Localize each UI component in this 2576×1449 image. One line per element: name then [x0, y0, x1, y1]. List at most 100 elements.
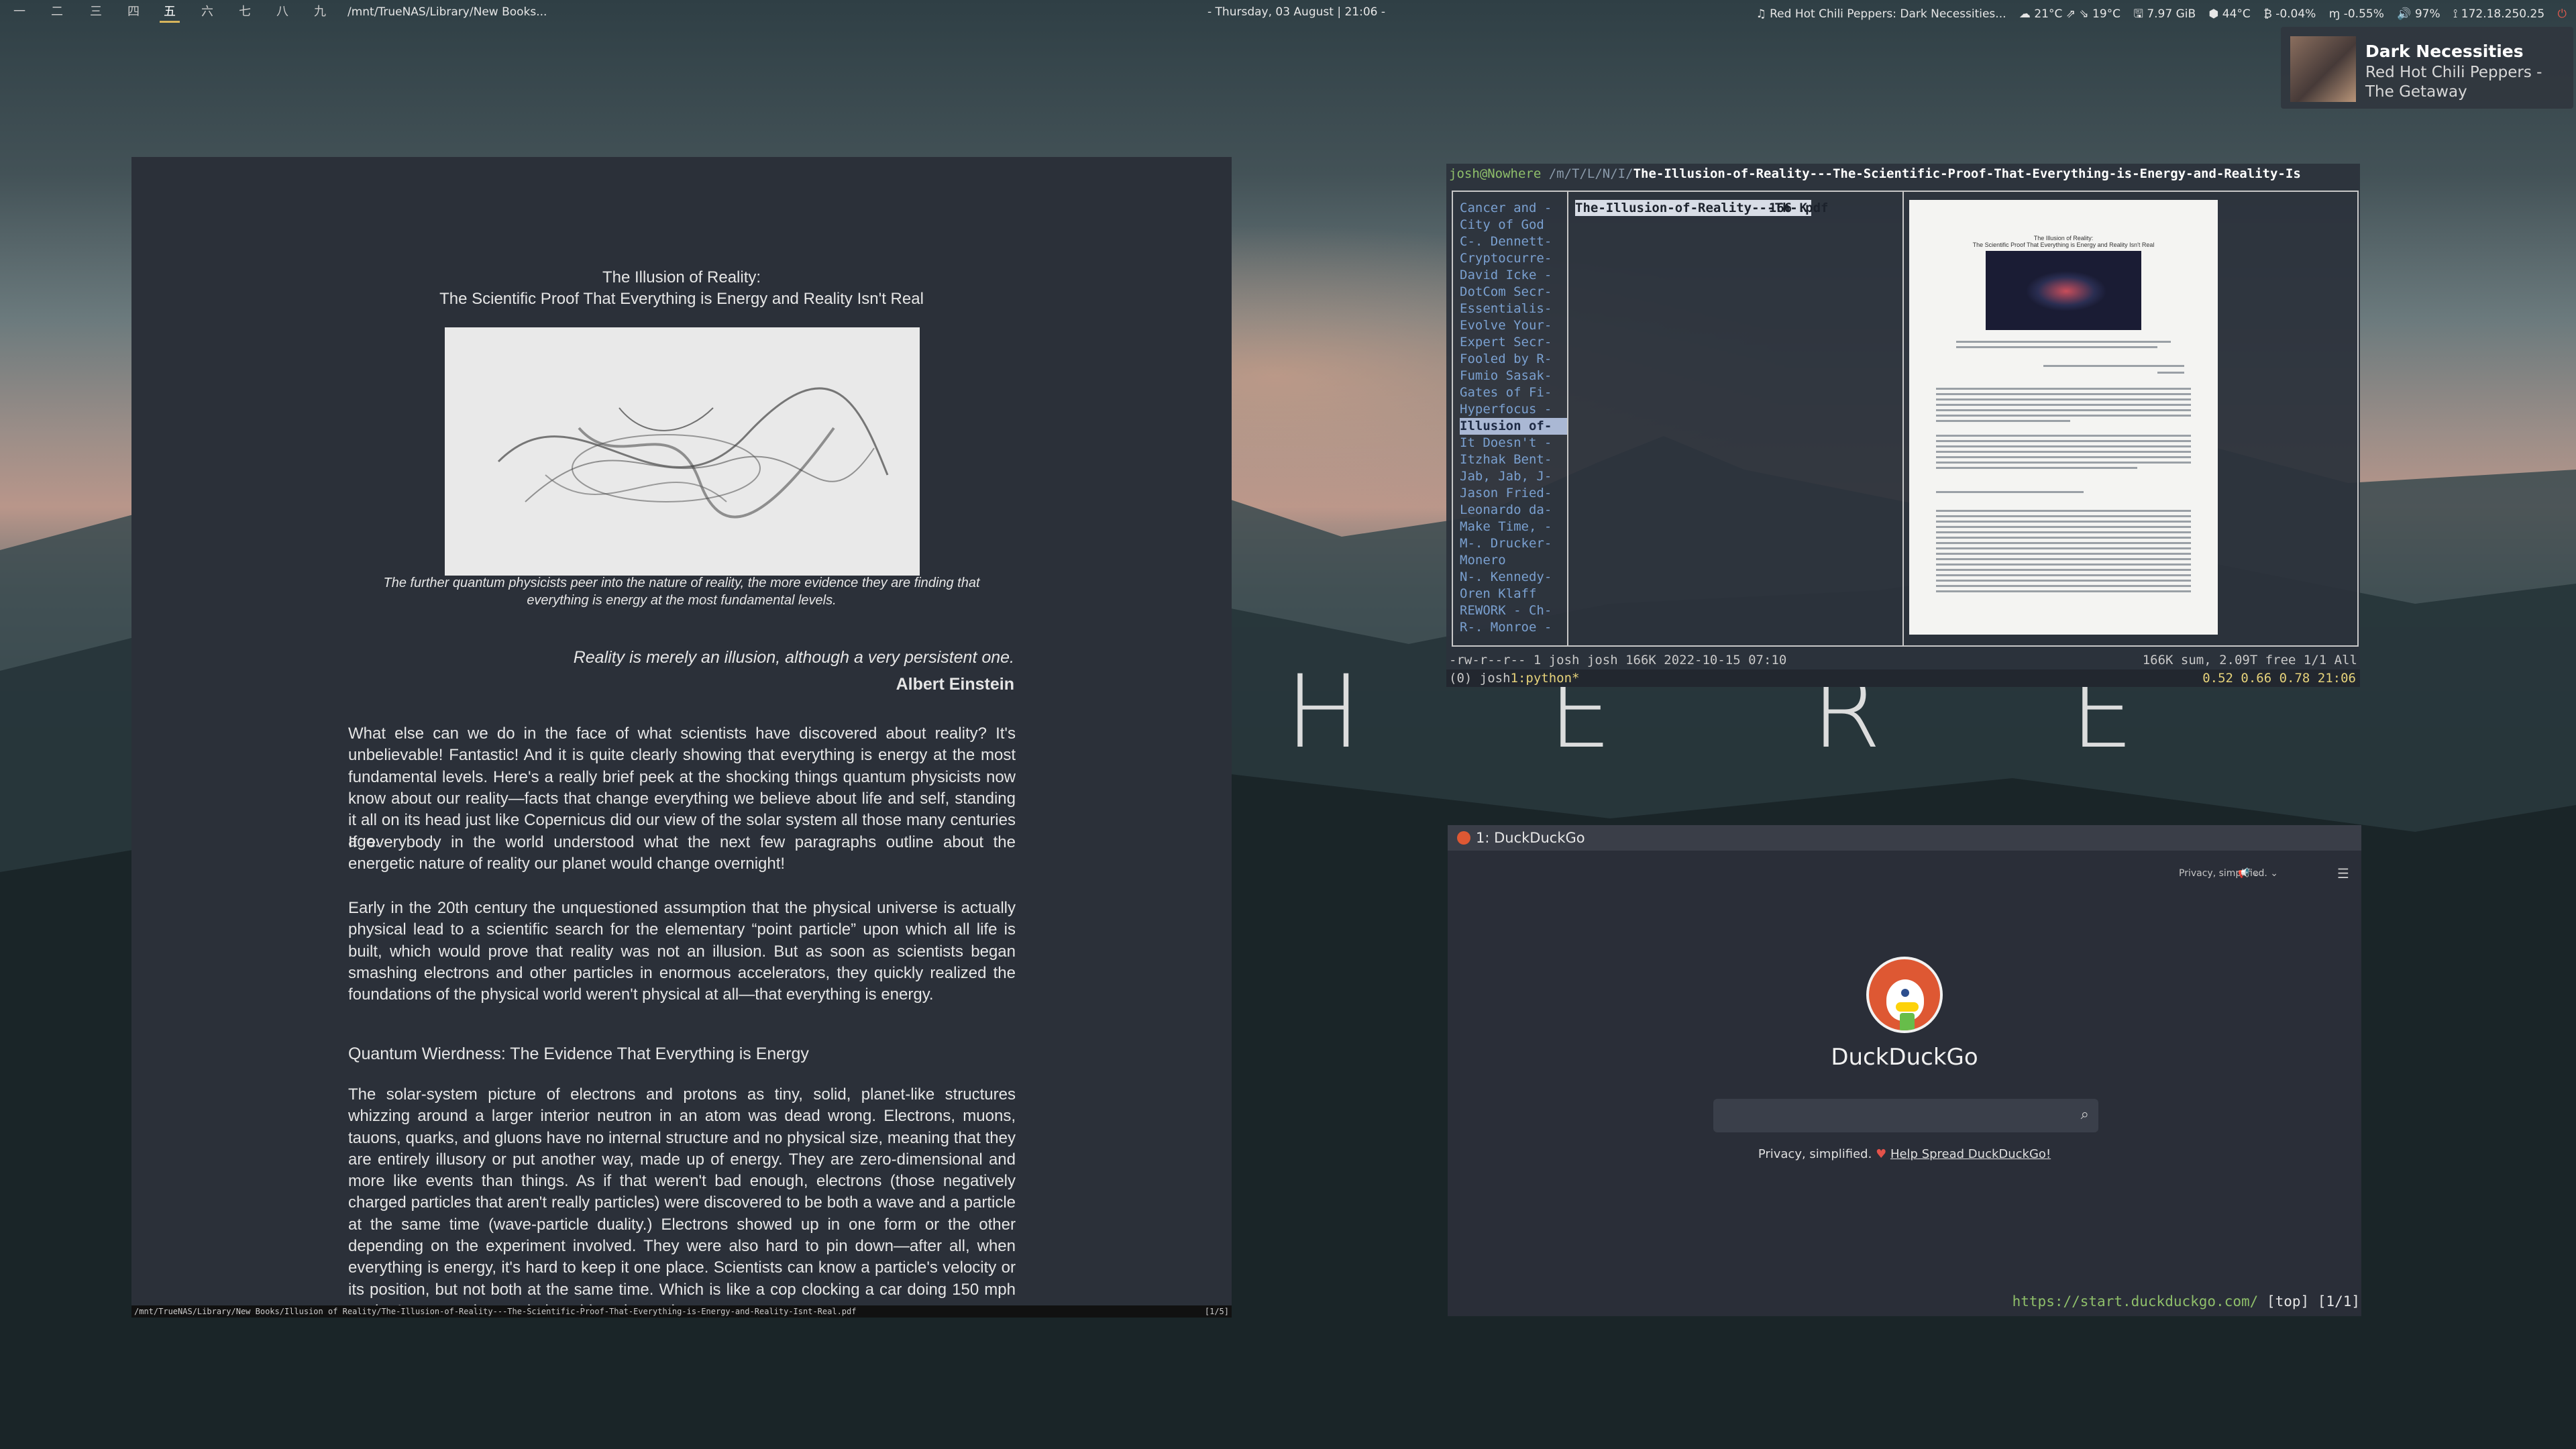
preview-text-line: [1936, 580, 2191, 582]
preview-text-line: [2043, 365, 2184, 367]
preview-text-line: [1936, 590, 2191, 592]
folder-item[interactable]: Jason Fried-: [1460, 485, 1567, 502]
workspace-9[interactable]: 九: [310, 3, 330, 21]
folder-item[interactable]: Hyperfocus -: [1460, 401, 1567, 418]
folder-item[interactable]: DotCom Secr-: [1460, 284, 1567, 301]
browser-titlebar: 1: DuckDuckGo: [1448, 825, 2361, 851]
help-spread-link[interactable]: Help Spread DuckDuckGo!: [1890, 1147, 2051, 1161]
preview-text-line: [1936, 404, 2191, 406]
memory-usage: 🖫 7.97 GiB: [2133, 7, 2196, 21]
scroll-position: [top] [1/1]: [2258, 1293, 2360, 1309]
file-permissions: -rw-r--r-- 1 josh josh 166K 2022-10-15 0…: [1449, 653, 1787, 667]
folder-item-selected[interactable]: Illusion of-: [1460, 418, 1567, 435]
workspace-7[interactable]: 七: [235, 3, 255, 21]
pdf-page[interactable]: The Illusion of Reality: The Scientific …: [131, 157, 1232, 1305]
brand-name: DuckDuckGo: [1831, 1044, 1978, 1071]
folder-item[interactable]: C-. Dennett-: [1460, 233, 1567, 250]
folder-item[interactable]: Fooled by R-: [1460, 351, 1567, 368]
folder-item[interactable]: Make Time, -: [1460, 519, 1567, 535]
weather[interactable]: ☁ 21°C ⇗ ⇘ 19°C: [2019, 7, 2121, 21]
folder-item[interactable]: It Doesn't -: [1460, 435, 1567, 451]
preview-text-line: [1936, 569, 2191, 571]
megaphone-icon[interactable]: 📢 ⌄: [2238, 868, 2261, 879]
browser-window[interactable]: 1: DuckDuckGo Privacy, simplified. ⌄ 📢 ⌄…: [1448, 825, 2361, 1316]
file-item-selected[interactable]: The-Illusion-of-Reality---Th-.pdf 166 K: [1575, 200, 1829, 216]
workspace-1[interactable]: 一: [9, 3, 30, 21]
active-window-title: /mnt/TrueNAS/Library/New Books...: [347, 5, 547, 19]
pdf-quote: Reality is merely an illusion, although …: [573, 648, 1014, 667]
pdf-viewer-window[interactable]: The Illusion of Reality: The Scientific …: [131, 157, 1232, 1318]
folder-item[interactable]: Leonardo da-: [1460, 502, 1567, 519]
preview-text-line: [1936, 445, 2191, 447]
tmux-window[interactable]: 1:python*: [1511, 671, 1580, 686]
clock[interactable]: - Thursday, 03 August | 21:06 -: [1208, 5, 1385, 19]
preview-text-line: [1936, 531, 2191, 533]
terminal-window[interactable]: josh@Nowhere /m/T/L/N/I/The-Illusion-of-…: [1446, 164, 2360, 687]
workspace-6[interactable]: 六: [197, 3, 217, 21]
album-art: [2290, 36, 2356, 102]
pdf-statusbar: /mnt/TrueNAS/Library/New Books/Illusion …: [131, 1305, 1232, 1318]
duck-eye: [1901, 989, 1909, 997]
tab-title[interactable]: 1: DuckDuckGo: [1476, 830, 1585, 846]
now-playing[interactable]: ♫ Red Hot Chili Peppers: Dark Necessitie…: [1756, 7, 2006, 21]
preview-text-line: [1936, 537, 2191, 539]
search-icon[interactable]: ⌕: [2081, 1106, 2089, 1123]
workspace-3[interactable]: 三: [86, 3, 106, 21]
power-icon[interactable]: ⏻: [2558, 7, 2567, 21]
tagline-text: Privacy, simplified.: [1758, 1147, 1872, 1161]
folder-item[interactable]: Cancer and -: [1460, 200, 1567, 217]
folder-item[interactable]: Evolve Your-: [1460, 317, 1567, 334]
tmux-load-time: 0.52 0.66 0.78 21:06: [2202, 671, 2356, 686]
workspace-4[interactable]: 四: [123, 3, 144, 21]
pdf-figure-image: [445, 327, 920, 576]
preview-text-line: [1936, 564, 2191, 566]
folder-item[interactable]: Cryptocurre-: [1460, 250, 1567, 267]
folder-item[interactable]: Expert Secr-: [1460, 334, 1567, 351]
wallpaper-letter: H: [1285, 654, 1361, 771]
folder-item[interactable]: Gates of Fi-: [1460, 384, 1567, 401]
volume[interactable]: 🔊 97%: [2397, 7, 2440, 21]
search-input[interactable]: ⌕: [1713, 1099, 2098, 1132]
terminal-path: /m/T/L/N/I/: [1541, 166, 1633, 181]
preview-title-line2: The Scientific Proof That Everything is …: [1972, 241, 2155, 248]
preview-text-line: [1936, 409, 2191, 411]
folder-item[interactable]: REWORK - Ch-: [1460, 602, 1567, 619]
file-size: 166 K: [1768, 201, 1807, 215]
folder-item[interactable]: R-. Monroe -: [1460, 619, 1567, 636]
duck-tie: [1900, 1013, 1915, 1030]
preview-text-line: [1936, 547, 2191, 549]
preview-text-line: [1936, 553, 2191, 555]
music-notification[interactable]: Dark Necessities Red Hot Chili Peppers -…: [2281, 27, 2573, 109]
workspace-2[interactable]: 二: [47, 3, 67, 21]
tmux-session: (0) josh: [1449, 671, 1511, 686]
preview-text-line: [1936, 585, 2191, 587]
terminal-user: josh@Nowhere: [1449, 166, 1542, 181]
network-address[interactable]: ⟟ 172.18.250.25: [2453, 7, 2544, 21]
folder-item[interactable]: Fumio Sasak-: [1460, 368, 1567, 384]
folder-item[interactable]: Itzhak Bent-: [1460, 451, 1567, 468]
pdf-page-indicator: [1/5]: [1204, 1307, 1229, 1316]
folder-item[interactable]: Monero: [1460, 552, 1567, 569]
pdf-file-path: /mnt/TrueNAS/Library/New Books/Illusion …: [134, 1307, 857, 1316]
folder-item[interactable]: Essentialis-: [1460, 301, 1567, 317]
duckduckgo-favicon-icon: [1457, 831, 1470, 845]
hamburger-menu-icon[interactable]: ☰: [2337, 865, 2349, 881]
browser-url-bar[interactable]: https://start.duckduckgo.com/ [top] [1/1…: [2012, 1293, 2360, 1309]
folder-item[interactable]: Oren Klaff: [1460, 586, 1567, 602]
privacy-dropdown[interactable]: Privacy, simplified. ⌄: [2179, 868, 2278, 879]
btc-ticker: ₿ -0.04%: [2263, 7, 2316, 21]
folder-item[interactable]: Jab, Jab, J-: [1460, 468, 1567, 485]
workspace-8[interactable]: 八: [272, 3, 292, 21]
pdf-preview: The Illusion of Reality: The Scientific …: [1909, 200, 2218, 635]
folder-item[interactable]: City of God: [1460, 217, 1567, 233]
status-modules: ♫ Red Hot Chili Peppers: Dark Necessitie…: [1746, 5, 2567, 25]
folder-item[interactable]: David Icke -: [1460, 267, 1567, 284]
preview-text-line: [1936, 515, 2191, 517]
pdf-section-heading: Quantum Wierdness: The Evidence That Eve…: [348, 1044, 809, 1063]
preview-text-line: [1936, 558, 2191, 560]
folder-item[interactable]: N-. Kennedy-: [1460, 569, 1567, 586]
top-status-bar: 一 二 三 四 五 六 七 八 九 /mnt/TrueNAS/Library/N…: [0, 0, 2576, 25]
folder-item[interactable]: M-. Drucker-: [1460, 535, 1567, 552]
preview-text-line: [1936, 388, 2191, 390]
workspace-5[interactable]: 五: [160, 3, 180, 23]
